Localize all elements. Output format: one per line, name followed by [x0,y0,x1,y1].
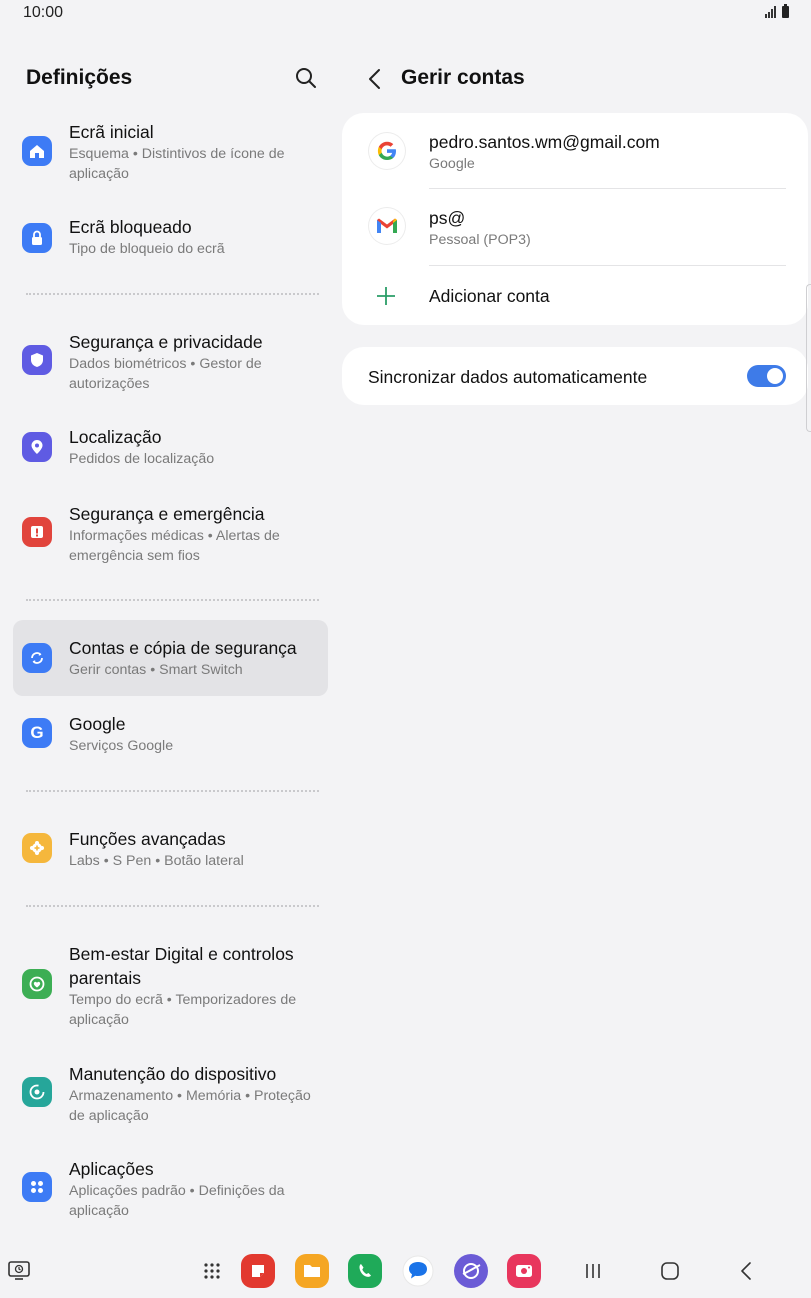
menu-item-title: Localização [69,427,162,447]
recents-button[interactable] [576,1254,610,1288]
menu-item-title: Manutenção do dispositivo [69,1064,277,1084]
recents-icon [586,1264,600,1278]
divider [26,293,319,295]
shield-icon [22,345,52,375]
sync-icon [22,643,52,673]
account-row-pop3[interactable]: ps@ Pessoal (POP3) [342,190,808,265]
menu-item-title: Segurança e privacidade [69,332,263,352]
search-button[interactable] [292,64,320,92]
settings-pane: Definições Ecrã inicial Esquema • Distin… [0,40,340,1240]
row-separator [429,188,786,189]
messages-icon[interactable] [401,1254,435,1288]
edge-panel-handle[interactable] [806,284,811,432]
recent-apps-panel-button[interactable] [2,1254,36,1288]
settings-title: Definições [26,66,133,89]
row-separator [429,265,786,266]
add-account-button[interactable]: Adicionar conta [342,267,808,325]
divider [26,905,319,907]
menu-item-accounts-backup[interactable]: Contas e cópia de segurança Gerir contas… [13,620,328,696]
accounts-card: pedro.santos.wm@gmail.com Google ps@ Pes… [342,113,808,325]
account-name: pedro.santos.wm@gmail.com [429,132,660,152]
screen-recorder-icon[interactable] [507,1254,541,1288]
home-square-icon [661,1262,679,1280]
menu-item-title: Bem-estar Digital e controlos parentais [69,944,294,988]
account-type: Google [429,156,475,172]
status-time: 10:00 [23,4,64,21]
menu-item-subtitle: Labs • S Pen • Botão lateral [69,853,244,869]
menu-item-subtitle: Gerir contas • Smart Switch [69,662,243,678]
signal-icon [765,6,776,18]
apps-dots-icon [204,1263,220,1279]
google-logo-icon [369,133,405,169]
monitor-clock-icon [8,1261,30,1280]
menu-item-subtitle: Serviços Google [69,738,174,754]
home-button[interactable] [653,1254,687,1288]
menu-item-title: Funções avançadas [69,829,226,849]
divider [26,790,319,792]
gmail-logo-icon [369,208,405,244]
menu-item-title: Aplicações [69,1159,154,1179]
manage-accounts-pane: Gerir contas pedro.santos.wm@gmail.com G… [340,40,811,1240]
internet-icon[interactable] [454,1254,488,1288]
menu-item-digital-wellbeing[interactable]: Bem-estar Digital e controlos parentais … [13,936,328,1036]
divider [26,599,319,601]
sync-label: Sincronizar dados automaticamente [368,367,648,387]
account-type: Pessoal (POP3) [429,232,531,248]
menu-item-subtitle: Dados biométricos • Gestor de autorizaçõ… [69,356,262,392]
phone-icon[interactable] [348,1254,382,1288]
menu-item-safety-emergency[interactable]: Segurança e emergência Informações médic… [13,496,328,574]
account-row-google[interactable]: pedro.santos.wm@gmail.com Google [342,113,808,189]
menu-item-title: Contas e cópia de segurança [69,638,297,658]
menu-item-google[interactable]: G Google Serviços Google [13,707,328,767]
menu-item-title: Ecrã inicial [69,122,154,142]
lock-icon [22,223,52,253]
taskbar [0,1244,811,1298]
menu-item-home-screen[interactable]: Ecrã inicial Esquema • Distintivos de íc… [13,112,328,192]
menu-item-location[interactable]: Localização Pedidos de localização [13,420,328,480]
app-drawer-button[interactable] [195,1254,229,1288]
battery-icon [782,4,789,18]
google-icon: G [22,718,52,748]
heart-circle-icon [22,969,52,999]
menu-item-subtitle: Tipo de bloqueio do ecrã [69,241,225,257]
menu-item-subtitle: Aplicações padrão • Definições da aplica… [69,1183,285,1219]
menu-item-security-privacy[interactable]: Segurança e privacidade Dados biométrico… [13,324,328,402]
add-account-label: Adicionar conta [429,286,550,306]
chevron-left-icon [369,69,380,89]
menu-item-subtitle: Armazenamento • Memória • Proteção de ap… [69,1088,311,1124]
home-icon [22,136,52,166]
menu-item-title: Google [69,714,126,734]
samsung-notes-icon[interactable] [241,1254,275,1288]
page-title: Gerir contas [401,66,525,89]
menu-item-title: Ecrã bloqueado [69,217,192,237]
menu-item-device-care[interactable]: Manutenção do dispositivo Armazenamento … [13,1056,328,1134]
search-icon [296,68,316,88]
menu-item-subtitle: Pedidos de localização [69,451,215,467]
menu-item-advanced-features[interactable]: Funções avançadas Labs • S Pen • Botão l… [13,822,328,882]
menu-item-subtitle: Esquema • Distintivos de ícone de aplica… [69,146,285,182]
gear-plus-icon [22,833,52,863]
plus-icon [377,287,395,305]
menu-item-lock-screen[interactable]: Ecrã bloqueado Tipo de bloqueio do ecrã [13,208,328,268]
account-name: ps@ [429,208,466,228]
back-button[interactable] [364,66,386,92]
maintenance-icon [22,1077,52,1107]
menu-item-title: Segurança e emergência [69,504,265,524]
nav-back-button[interactable] [729,1254,763,1288]
status-bar: 10:00 [0,0,811,28]
menu-item-apps[interactable]: Aplicações Aplicações padrão • Definiçõe… [13,1151,328,1229]
menu-item-subtitle: Informações médicas • Alertas de emergên… [69,528,280,564]
sync-card: Sincronizar dados automaticamente [342,347,808,405]
emergency-icon [22,517,52,547]
location-pin-icon [22,432,52,462]
sync-toggle[interactable] [747,365,786,387]
back-chevron-icon [741,1262,751,1280]
status-icons [765,4,789,18]
apps-grid-icon [22,1172,52,1202]
my-files-icon[interactable] [295,1254,329,1288]
menu-item-subtitle: Tempo do ecrã • Temporizadores de aplica… [69,992,297,1028]
